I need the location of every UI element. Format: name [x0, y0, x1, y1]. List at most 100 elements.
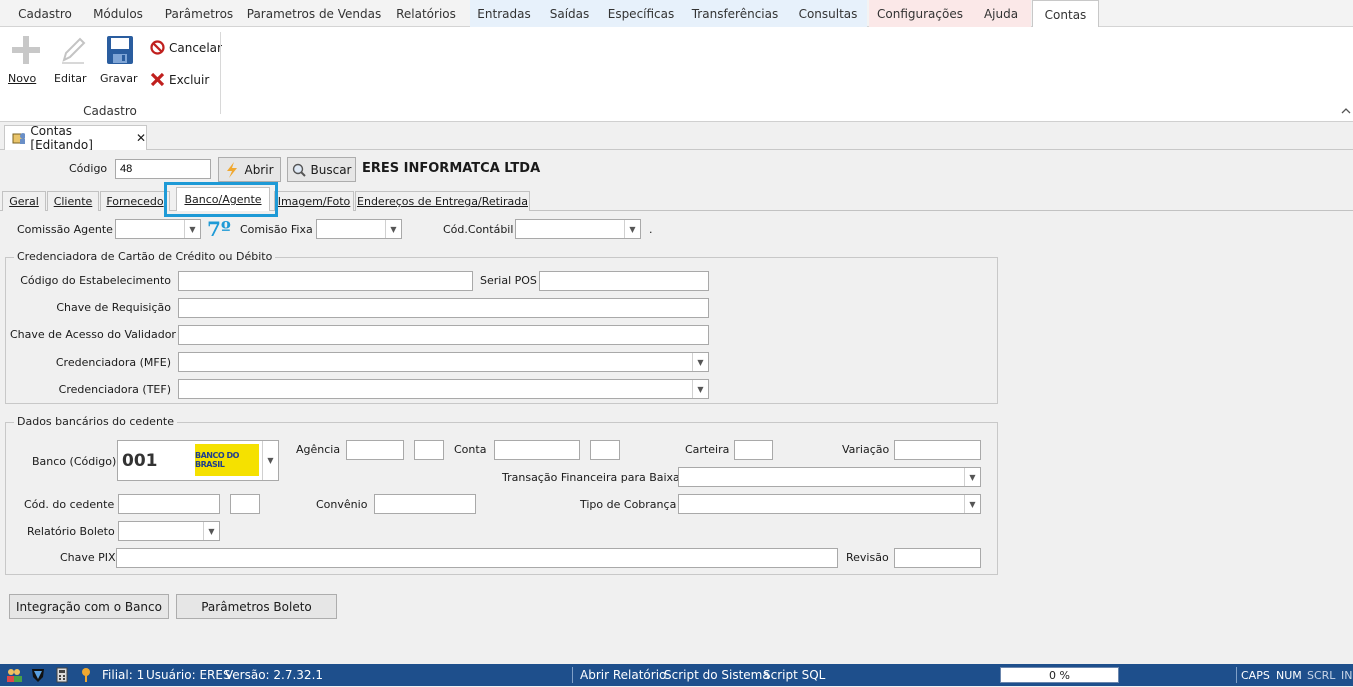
excluir-button[interactable]: Excluir: [150, 72, 209, 87]
banco-select[interactable]: 001 BANCO DO BRASIL ▼: [117, 440, 279, 481]
chave-acesso-label: Chave de Acesso do Validador: [10, 328, 176, 341]
tab-imagem-foto[interactable]: Imagem/Foto: [274, 191, 354, 211]
users-icon[interactable]: [6, 667, 22, 683]
codigo-input[interactable]: [115, 159, 211, 179]
cancelar-label: Cancelar: [169, 40, 222, 55]
comissao-agente-select[interactable]: ▼: [115, 219, 201, 239]
menu-contas[interactable]: Contas: [1032, 0, 1099, 28]
shield-icon[interactable]: [31, 667, 45, 683]
revisao-label: Revisão: [846, 551, 889, 564]
cod-contabil-select[interactable]: ▼: [515, 219, 641, 239]
gravar-button[interactable]: Gravar: [100, 34, 140, 85]
buscar-label: Buscar: [310, 162, 352, 177]
document-tab-bar: Contas [Editando] ✕: [0, 123, 1353, 152]
chevron-down-icon: ▼: [385, 220, 401, 238]
gravar-label: Gravar: [100, 72, 138, 85]
menu-relatorios[interactable]: Relatórios: [390, 0, 462, 27]
menu-consultas[interactable]: Consultas: [789, 0, 867, 27]
chave-req-label: Chave de Requisição: [56, 301, 171, 314]
agencia-input[interactable]: [346, 440, 404, 460]
doc-tab-contas[interactable]: Contas [Editando] ✕: [4, 124, 147, 152]
calculator-icon[interactable]: [56, 667, 68, 683]
conta-label: Conta: [454, 443, 487, 456]
agencia-dv-input[interactable]: [414, 440, 444, 460]
status-scrl: SCRL: [1307, 669, 1336, 682]
chave-pix-input[interactable]: [116, 548, 838, 568]
search-icon: [292, 163, 306, 177]
menu-parametros-vendas[interactable]: Parametros de Vendas: [246, 0, 382, 27]
tab-cliente[interactable]: Cliente: [47, 191, 99, 211]
status-abrir-relatorio[interactable]: Abrir Relatório: [580, 664, 666, 686]
status-separator: [572, 667, 573, 683]
collapse-ribbon-icon[interactable]: [1341, 107, 1351, 115]
tab-fornecedor[interactable]: Fornecedo: [100, 191, 170, 211]
bank-logo-text: BANCO DO BRASIL: [195, 451, 239, 469]
cred-tef-select[interactable]: ▼: [178, 379, 709, 399]
menu-ajuda[interactable]: Ajuda: [971, 0, 1031, 27]
carteira-input[interactable]: [734, 440, 773, 460]
conta-input[interactable]: [494, 440, 580, 460]
novo-label: Novo: [8, 72, 37, 85]
agencia-label: Agência: [296, 443, 341, 456]
comisao-fixa-label: Comisão Fixa: [240, 223, 313, 236]
revisao-input[interactable]: [894, 548, 981, 568]
chave-acesso-input[interactable]: [178, 325, 709, 345]
pin-icon[interactable]: [81, 667, 91, 683]
chevron-down-icon: ▼: [692, 380, 708, 398]
abrir-button[interactable]: Abrir: [218, 157, 281, 182]
menu-saidas[interactable]: Saídas: [538, 0, 601, 27]
cod-cedente-dv-input[interactable]: [230, 494, 260, 514]
menu-transferencias[interactable]: Transferências: [681, 0, 789, 27]
ribbon-separator: [220, 32, 221, 114]
accounts-icon: [12, 133, 26, 144]
banco-code: 001: [122, 451, 158, 471]
cod-estab-input[interactable]: [178, 271, 473, 291]
transacao-select[interactable]: ▼: [678, 467, 981, 487]
menu-modulos[interactable]: Módulos: [84, 0, 152, 27]
menu-parametros[interactable]: Parâmetros: [160, 0, 238, 27]
cancelar-button[interactable]: Cancelar: [150, 40, 222, 55]
transacao-label: Transação Financeira para Baixas: [502, 471, 686, 484]
credenciadora-group-title: Credenciadora de Cartão de Crédito ou Dé…: [14, 250, 276, 263]
tab-enderecos[interactable]: Endereços de Entrega/Retirada: [355, 191, 530, 211]
serial-pos-input[interactable]: [539, 271, 709, 291]
cred-mfe-select[interactable]: ▼: [178, 352, 709, 372]
tipo-cobranca-label: Tipo de Cobrança: [580, 498, 677, 511]
integracao-banco-button[interactable]: Integração com o Banco: [9, 594, 169, 619]
cred-tef-label: Credenciadora (TEF): [58, 383, 171, 396]
tipo-cobranca-select[interactable]: ▼: [678, 494, 981, 514]
variacao-input[interactable]: [894, 440, 981, 460]
relatorio-boleto-select[interactable]: ▼: [118, 521, 220, 541]
chevron-down-icon: ▼: [964, 468, 980, 486]
menu-cadastro[interactable]: Cadastro: [10, 0, 80, 27]
cod-cedente-input[interactable]: [118, 494, 220, 514]
editar-button[interactable]: Editar: [54, 34, 90, 85]
chevron-down-icon: ▼: [184, 220, 200, 238]
status-script-sistema[interactable]: Script do Sistema: [664, 664, 770, 686]
comisao-fixa-select[interactable]: ▼: [316, 219, 402, 239]
novo-button[interactable]: Novo: [8, 34, 44, 85]
cod-contabil-label: Cód.Contábil: [443, 223, 514, 236]
step-annotation: 7º: [207, 217, 231, 241]
lightning-icon: [227, 161, 238, 178]
close-icon[interactable]: ✕: [136, 131, 146, 145]
conta-dv-input[interactable]: [590, 440, 620, 460]
parametros-boleto-button[interactable]: Parâmetros Boleto: [176, 594, 337, 619]
editar-label: Editar: [54, 72, 87, 85]
tab-highlight-annotation: [164, 182, 278, 217]
save-disk-icon: [107, 36, 133, 64]
menu-entradas[interactable]: Entradas: [470, 0, 538, 27]
menu-especificas[interactable]: Específicas: [601, 0, 681, 27]
cancel-icon: [150, 40, 165, 55]
carteira-label: Carteira: [685, 443, 730, 456]
chave-req-input[interactable]: [178, 298, 709, 318]
pencil-icon: [62, 37, 86, 64]
chevron-down-icon: ▼: [964, 495, 980, 513]
relatorio-boleto-label: Relatório Boleto: [27, 525, 115, 538]
menu-configuracoes[interactable]: Configurações: [869, 0, 971, 27]
tab-geral[interactable]: Geral: [2, 191, 46, 211]
buscar-button[interactable]: Buscar: [287, 157, 356, 182]
status-bar: Filial: 1 Usuário: ERES Versão: 2.7.32.1…: [0, 664, 1353, 686]
convenio-input[interactable]: [374, 494, 476, 514]
status-script-sql[interactable]: Script SQL: [763, 664, 825, 686]
